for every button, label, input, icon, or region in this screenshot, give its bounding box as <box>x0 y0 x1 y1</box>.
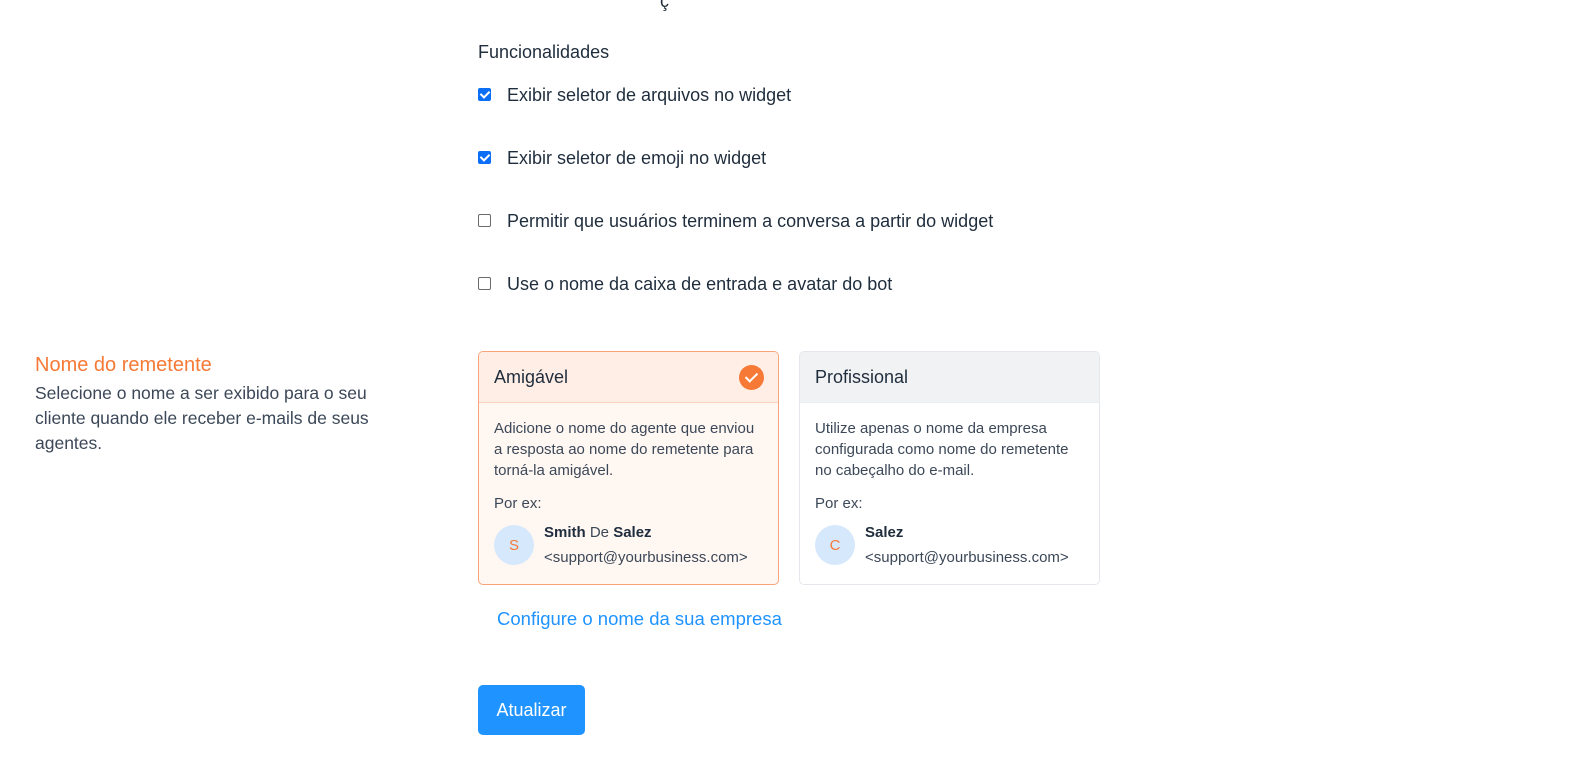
professional-card-text: Utilize apenas o nome da empresa configu… <box>815 420 1069 479</box>
sender-email: <support@yourbusiness.com> <box>865 549 1069 566</box>
avatar: S <box>494 525 534 565</box>
professional-example-sender: Salez <support@yourbusiness.com> <box>865 520 1069 570</box>
selected-check-icon <box>739 364 764 390</box>
name-connector: De <box>589 524 610 541</box>
friendly-example-label: Por ex: <box>494 495 542 512</box>
friendly-sender-card[interactable]: Amigável Adicione o nome do agente que e… <box>478 351 779 585</box>
update-button[interactable]: Atualizar <box>478 685 585 735</box>
sender-name-description: Selecione o nome a ser exibido para o se… <box>35 383 369 453</box>
friendly-card-header: Amigável <box>479 352 778 403</box>
inbox-settings-page: ç Funcionalidades Exibir seletor de arqu… <box>0 0 1572 767</box>
friendly-example-preview: S Smith De Salez <support@yourbusiness.c… <box>494 520 763 570</box>
file-picker-option[interactable]: Exibir seletor de arquivos no widget <box>478 85 791 106</box>
emoji-picker-checkbox[interactable] <box>478 151 491 164</box>
clipped-text-above: ç <box>660 0 669 11</box>
professional-card-header: Profissional <box>800 352 1099 403</box>
company-name: Salez <box>613 524 652 541</box>
file-picker-checkbox[interactable] <box>478 88 491 101</box>
end-conversation-checkbox[interactable] <box>478 214 491 227</box>
sender-name-title: Nome do remetente <box>35 354 212 376</box>
professional-card-title: Profissional <box>815 366 909 387</box>
features-title: Funcionalidades <box>478 42 610 62</box>
professional-example-label: Por ex: <box>815 495 863 512</box>
friendly-card-text: Adicione o nome do agente que enviou a r… <box>494 420 755 479</box>
emoji-picker-label: Exibir seletor de emoji no widget <box>507 148 767 168</box>
company-name: Salez <box>865 524 904 541</box>
bot-avatar-option[interactable]: Use o nome da caixa de entrada e avatar … <box>478 274 892 295</box>
bot-avatar-label: Use o nome da caixa de entrada e avatar … <box>507 274 893 294</box>
friendly-card-body: Adicione o nome do agente que enviou a r… <box>479 403 778 570</box>
professional-card-body: Utilize apenas o nome da empresa configu… <box>800 403 1099 570</box>
end-conversation-label: Permitir que usuários terminem a convers… <box>507 211 994 231</box>
friendly-example-sender: Smith De Salez <support@yourbusiness.com… <box>544 520 748 570</box>
sender-email: <support@yourbusiness.com> <box>544 549 748 566</box>
professional-example-preview: C Salez <support@yourbusiness.com> <box>815 520 1084 570</box>
emoji-picker-option[interactable]: Exibir seletor de emoji no widget <box>478 148 766 169</box>
bot-avatar-checkbox[interactable] <box>478 277 491 290</box>
configure-company-name-link[interactable]: Configure o nome da sua empresa <box>497 608 782 630</box>
file-picker-label: Exibir seletor de arquivos no widget <box>507 85 792 105</box>
avatar: C <box>815 525 855 565</box>
agent-first-name: Smith <box>544 524 586 541</box>
professional-sender-card[interactable]: Profissional Utilize apenas o nome da em… <box>799 351 1100 585</box>
friendly-card-title: Amigável <box>494 366 569 387</box>
end-conversation-option[interactable]: Permitir que usuários terminem a convers… <box>478 211 993 232</box>
